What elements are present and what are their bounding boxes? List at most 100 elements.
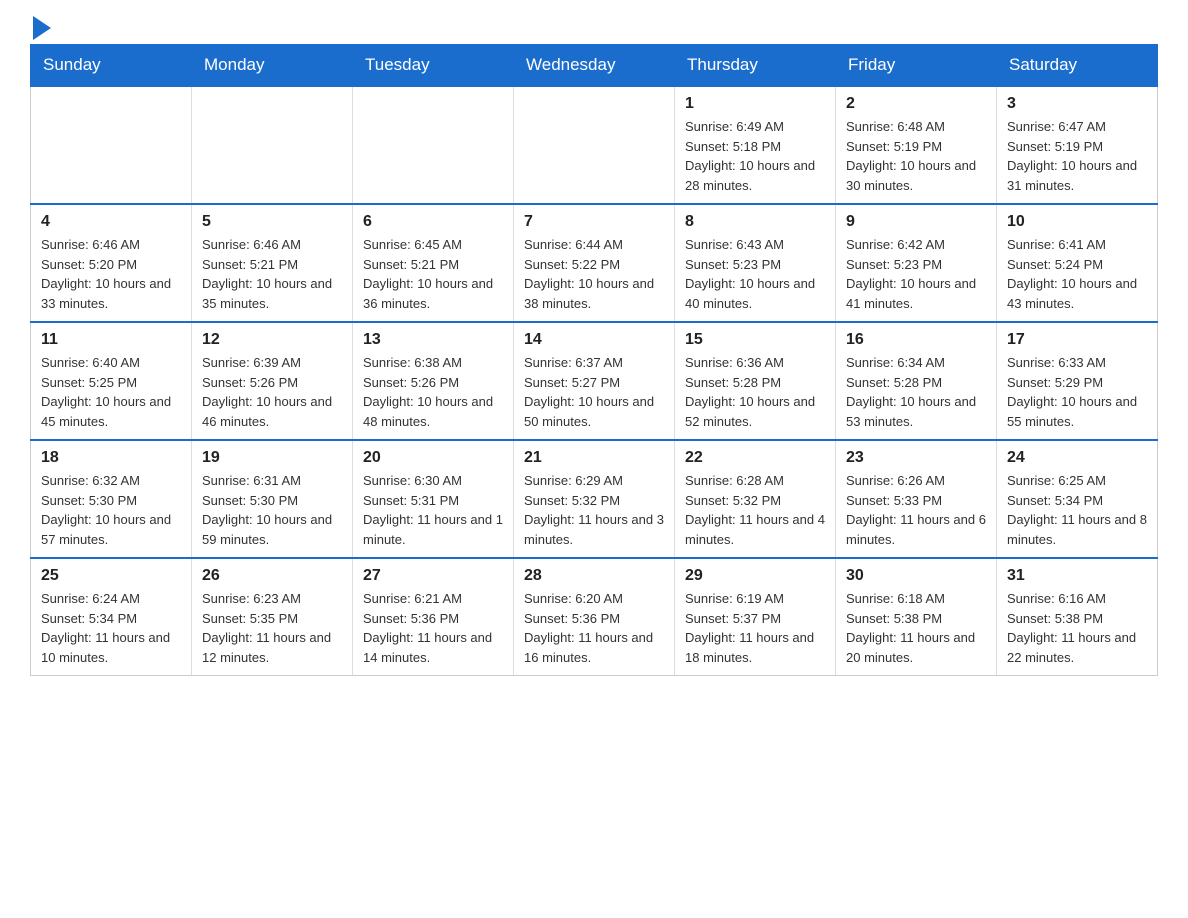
day-info: Sunrise: 6:19 AM Sunset: 5:37 PM Dayligh…	[685, 589, 825, 667]
calendar-cell: 27Sunrise: 6:21 AM Sunset: 5:36 PM Dayli…	[353, 558, 514, 676]
calendar-cell: 5Sunrise: 6:46 AM Sunset: 5:21 PM Daylig…	[192, 204, 353, 322]
day-info: Sunrise: 6:29 AM Sunset: 5:32 PM Dayligh…	[524, 471, 664, 549]
calendar-cell: 6 Sunrise: 6:45 AM Sunset: 5:21 PM Daylig…	[353, 204, 514, 322]
day-info: Sunrise: 6:41 AM Sunset: 5:24 PM Dayligh…	[1007, 235, 1147, 313]
calendar-cell	[31, 86, 192, 204]
calendar-cell: 14 Sunrise: 6:37 AM Sunset: 5:27 PM Dayli…	[514, 322, 675, 440]
calendar-cell: 24 Sunrise: 6:25 AM Sunset: 5:34 PM Dayli…	[997, 440, 1158, 558]
day-number: 20	[363, 449, 503, 467]
day-info: Sunrise: 6:48 AM Sunset: 5:19 PM Dayligh…	[846, 117, 986, 195]
day-number: 12	[202, 331, 342, 349]
calendar-header-row: SundayMondayTuesdayWednesdayThursdayFrid…	[31, 45, 1158, 87]
day-number: 24	[1007, 449, 1147, 467]
day-info: Sunrise: 6:20 AM Sunset: 5:36 PM Dayligh…	[524, 589, 664, 667]
day-info: Sunrise: 6:16 AM Sunset: 5:38 PM Dayligh…	[1007, 589, 1147, 667]
day-number: 5	[202, 213, 342, 231]
day-info: Sunrise: 6:43 AM Sunset: 5:23 PM Dayligh…	[685, 235, 825, 313]
calendar-cell	[192, 86, 353, 204]
day-number: 28	[524, 567, 664, 585]
day-info: Sunrise: 6:25 AM Sunset: 5:34 PM Dayligh…	[1007, 471, 1147, 549]
calendar-cell: 25 Sunrise: 6:24 AM Sunset: 5:34 PM Dayli…	[31, 558, 192, 676]
day-info: Sunrise: 6:46 AM Sunset: 5:20 PM Dayligh…	[41, 235, 181, 313]
day-number: 2	[846, 95, 986, 113]
calendar-cell: 1 Sunrise: 6:49 AM Sunset: 5:18 PM Daylig…	[675, 86, 836, 204]
day-number: 30	[846, 567, 986, 585]
day-number: 9	[846, 213, 986, 231]
day-info: Sunrise: 6:28 AM Sunset: 5:32 PM Dayligh…	[685, 471, 825, 549]
column-header-wednesday: Wednesday	[514, 45, 675, 87]
calendar-cell: 16 Sunrise: 6:34 AM Sunset: 5:28 PM Dayli…	[836, 322, 997, 440]
calendar-cell: 11 Sunrise: 6:40 AM Sunset: 5:25 PM Dayli…	[31, 322, 192, 440]
column-header-friday: Friday	[836, 45, 997, 87]
calendar-cell: 8 Sunrise: 6:43 AM Sunset: 5:23 PM Daylig…	[675, 204, 836, 322]
calendar-week-row: 18 Sunrise: 6:32 AM Sunset: 5:30 PM Dayli…	[31, 440, 1158, 558]
day-number: 25	[41, 567, 181, 585]
day-info: Sunrise: 6:40 AM Sunset: 5:25 PM Dayligh…	[41, 353, 181, 431]
day-info: Sunrise: 6:24 AM Sunset: 5:34 PM Dayligh…	[41, 589, 181, 667]
logo-arrow-icon	[33, 16, 51, 40]
calendar-cell: 18 Sunrise: 6:32 AM Sunset: 5:30 PM Dayli…	[31, 440, 192, 558]
day-info: Sunrise: 6:38 AM Sunset: 5:26 PM Dayligh…	[363, 353, 503, 431]
day-info: Sunrise: 6:34 AM Sunset: 5:28 PM Dayligh…	[846, 353, 986, 431]
page-header	[30, 20, 1158, 34]
column-header-tuesday: Tuesday	[353, 45, 514, 87]
day-number: 23	[846, 449, 986, 467]
day-number: 3	[1007, 95, 1147, 113]
day-info: Sunrise: 6:45 AM Sunset: 5:21 PM Dayligh…	[363, 235, 503, 313]
day-number: 13	[363, 331, 503, 349]
calendar-cell: 4 Sunrise: 6:46 AM Sunset: 5:20 PM Daylig…	[31, 204, 192, 322]
day-number: 16	[846, 331, 986, 349]
logo	[30, 20, 51, 34]
calendar-cell: 2 Sunrise: 6:48 AM Sunset: 5:19 PM Daylig…	[836, 86, 997, 204]
day-number: 11	[41, 331, 181, 349]
day-number: 6	[363, 213, 503, 231]
day-number: 18	[41, 449, 181, 467]
day-info: Sunrise: 6:37 AM Sunset: 5:27 PM Dayligh…	[524, 353, 664, 431]
day-info: Sunrise: 6:23 AM Sunset: 5:35 PM Dayligh…	[202, 589, 342, 667]
day-number: 15	[685, 331, 825, 349]
day-number: 26	[202, 567, 342, 585]
column-header-thursday: Thursday	[675, 45, 836, 87]
day-info: Sunrise: 6:18 AM Sunset: 5:38 PM Dayligh…	[846, 589, 986, 667]
day-number: 10	[1007, 213, 1147, 231]
day-number: 22	[685, 449, 825, 467]
calendar-cell: 10 Sunrise: 6:41 AM Sunset: 5:24 PM Dayli…	[997, 204, 1158, 322]
calendar-cell: 3Sunrise: 6:47 AM Sunset: 5:19 PM Daylig…	[997, 86, 1158, 204]
column-header-saturday: Saturday	[997, 45, 1158, 87]
calendar-cell: 31 Sunrise: 6:16 AM Sunset: 5:38 PM Dayli…	[997, 558, 1158, 676]
calendar-cell: 23 Sunrise: 6:26 AM Sunset: 5:33 PM Dayli…	[836, 440, 997, 558]
calendar-cell: 30 Sunrise: 6:18 AM Sunset: 5:38 PM Dayli…	[836, 558, 997, 676]
day-number: 7	[524, 213, 664, 231]
calendar-cell	[514, 86, 675, 204]
day-info: Sunrise: 6:26 AM Sunset: 5:33 PM Dayligh…	[846, 471, 986, 549]
day-number: 14	[524, 331, 664, 349]
calendar-cell: 22 Sunrise: 6:28 AM Sunset: 5:32 PM Dayli…	[675, 440, 836, 558]
calendar-cell: 15 Sunrise: 6:36 AM Sunset: 5:28 PM Dayli…	[675, 322, 836, 440]
day-number: 4	[41, 213, 181, 231]
calendar-week-row: 11 Sunrise: 6:40 AM Sunset: 5:25 PM Dayli…	[31, 322, 1158, 440]
day-info: Sunrise: 6:32 AM Sunset: 5:30 PM Dayligh…	[41, 471, 181, 549]
calendar-cell: 26 Sunrise: 6:23 AM Sunset: 5:35 PM Dayli…	[192, 558, 353, 676]
calendar-cell: 17 Sunrise: 6:33 AM Sunset: 5:29 PM Dayli…	[997, 322, 1158, 440]
calendar-cell: 12 Sunrise: 6:39 AM Sunset: 5:26 PM Dayli…	[192, 322, 353, 440]
calendar-cell	[353, 86, 514, 204]
day-number: 8	[685, 213, 825, 231]
day-number: 21	[524, 449, 664, 467]
calendar-cell: 28 Sunrise: 6:20 AM Sunset: 5:36 PM Dayli…	[514, 558, 675, 676]
calendar-cell: 13 Sunrise: 6:38 AM Sunset: 5:26 PM Dayli…	[353, 322, 514, 440]
day-number: 31	[1007, 567, 1147, 585]
day-info: Sunrise: 6:44 AM Sunset: 5:22 PM Dayligh…	[524, 235, 664, 313]
day-number: 27	[363, 567, 503, 585]
day-number: 1	[685, 95, 825, 113]
day-info: Sunrise: 6:31 AM Sunset: 5:30 PM Dayligh…	[202, 471, 342, 549]
calendar-cell: 7 Sunrise: 6:44 AM Sunset: 5:22 PM Daylig…	[514, 204, 675, 322]
day-info: Sunrise: 6:49 AM Sunset: 5:18 PM Dayligh…	[685, 117, 825, 195]
day-number: 17	[1007, 331, 1147, 349]
day-info: Sunrise: 6:33 AM Sunset: 5:29 PM Dayligh…	[1007, 353, 1147, 431]
column-header-monday: Monday	[192, 45, 353, 87]
day-info: Sunrise: 6:39 AM Sunset: 5:26 PM Dayligh…	[202, 353, 342, 431]
day-info: Sunrise: 6:42 AM Sunset: 5:23 PM Dayligh…	[846, 235, 986, 313]
column-header-sunday: Sunday	[31, 45, 192, 87]
day-info: Sunrise: 6:36 AM Sunset: 5:28 PM Dayligh…	[685, 353, 825, 431]
calendar-week-row: 1 Sunrise: 6:49 AM Sunset: 5:18 PM Daylig…	[31, 86, 1158, 204]
